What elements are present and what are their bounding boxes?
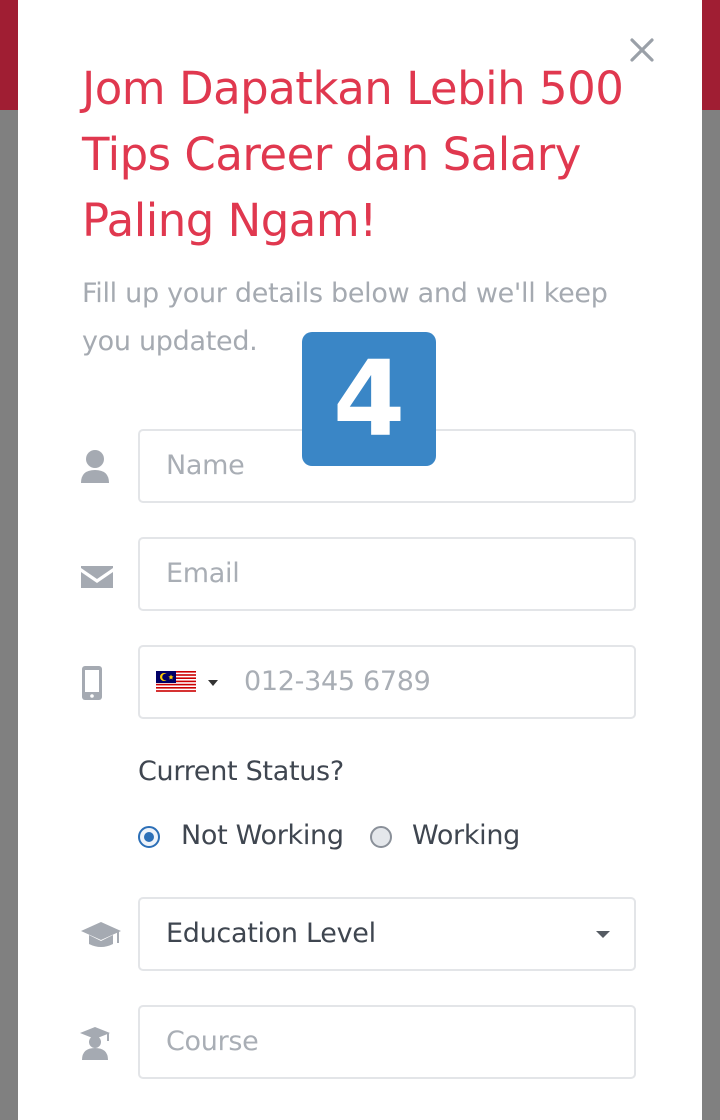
country-code-dropdown[interactable]: [156, 667, 228, 697]
current-status-label: Current Status?: [138, 756, 344, 787]
modal-title: Jom Dapatkan Lebih 500 Tips Career dan S…: [82, 62, 624, 247]
education-level-value: Education Level: [166, 918, 376, 949]
email-placeholder: Email: [166, 558, 240, 589]
malaysia-flag-icon: [156, 671, 218, 693]
graduate-icon: [80, 1024, 116, 1064]
radio-working[interactable]: Working: [370, 820, 540, 858]
phone-placeholder: 012-345 6789: [244, 666, 431, 697]
envelope-icon: [80, 560, 114, 600]
user-icon: [80, 448, 114, 488]
radio-working-label: Working: [412, 820, 521, 851]
chevron-down-icon: [596, 931, 610, 938]
course-placeholder: Course: [166, 1026, 259, 1057]
email-input[interactable]: Email: [138, 537, 636, 611]
course-input[interactable]: Course: [138, 1005, 636, 1079]
radio-not-working[interactable]: Not Working: [138, 820, 358, 858]
phone-input[interactable]: 012-345 6789: [138, 645, 636, 719]
signup-modal: Jom Dapatkan Lebih 500 Tips Career dan S…: [18, 0, 702, 1120]
radio-selected-icon: [138, 826, 160, 848]
graduation-cap-icon: [80, 916, 122, 956]
step-number-badge: 4: [302, 332, 436, 466]
radio-not-working-label: Not Working: [181, 820, 344, 851]
mobile-phone-icon: [80, 664, 114, 704]
name-placeholder: Name: [166, 450, 245, 481]
education-level-select[interactable]: Education Level: [138, 897, 636, 971]
radio-unselected-icon: [370, 826, 392, 848]
